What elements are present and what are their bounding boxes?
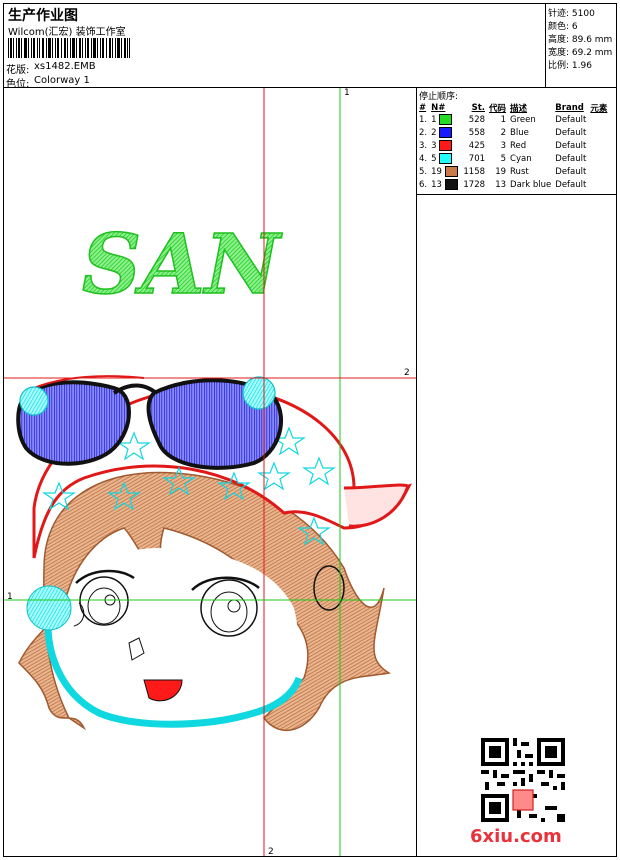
- design-scale: 比例: 1.96: [548, 61, 592, 71]
- color-element: [588, 127, 609, 140]
- color-code: 3: [500, 141, 507, 151]
- needle-number-value: 19: [431, 167, 442, 177]
- color-element: [588, 140, 609, 153]
- color-row: 1. 1 528 1 Green Default: [417, 114, 609, 127]
- color-swatch: [444, 179, 458, 190]
- color-row: 4. 5 701 5 Cyan Default: [417, 153, 609, 166]
- col-element: 元素: [590, 103, 608, 114]
- color-description: Green: [510, 115, 536, 125]
- qr-code: [481, 738, 565, 822]
- needle-number: 13: [429, 179, 461, 192]
- stitch-count: 1728: [463, 180, 486, 190]
- needle-number: 1: [429, 114, 461, 127]
- page-title: 生产作业图: [8, 8, 78, 24]
- color-swatch: [439, 140, 453, 151]
- stitch-count: 558: [468, 128, 486, 138]
- color-element: [588, 153, 609, 166]
- guide-label-top: 1: [344, 88, 350, 98]
- color-code: 1: [500, 115, 507, 125]
- needle-number-value: 3: [431, 141, 437, 151]
- col-code: 代码: [489, 103, 507, 114]
- col-brand: Brand: [555, 102, 584, 113]
- stitch-count: 针迹: 5100: [548, 9, 595, 19]
- needle-number: 2: [429, 127, 461, 140]
- stitch-count: 425: [468, 141, 486, 151]
- design-width: 宽度: 69.2 mm: [548, 48, 613, 58]
- color-code: 5: [500, 154, 507, 164]
- barcode: [8, 38, 130, 58]
- colorway-value: Colorway 1: [34, 75, 90, 86]
- color-swatch: [439, 153, 453, 164]
- color-brand: Default: [555, 128, 587, 138]
- col-needle: N#: [431, 102, 446, 113]
- color-swatch: [439, 127, 453, 138]
- color-element: [588, 179, 609, 192]
- col-description: 描述: [510, 103, 528, 114]
- embroidered-text-san: SAN: [82, 217, 283, 313]
- row-index: 2.: [419, 128, 428, 138]
- needle-number-value: 13: [431, 180, 442, 190]
- embroidery-artwork: SAN: [4, 88, 416, 856]
- guide-label-right: 2: [404, 368, 410, 378]
- color-description: Rust: [510, 167, 529, 177]
- color-swatch: [439, 114, 453, 125]
- col-stitches: St.: [471, 102, 486, 113]
- color-code: 2: [500, 128, 507, 138]
- needle-number: 19: [429, 166, 461, 179]
- design-value: xs1482.EMB: [34, 61, 96, 72]
- row-index: 5.: [419, 167, 428, 177]
- table-header-row: # N# St. 代码 描述 Brand 元素: [417, 101, 609, 114]
- table-bottom-divider: [416, 194, 616, 195]
- needle-number-value: 2: [431, 128, 437, 138]
- panel-divider: [416, 87, 417, 857]
- color-code: 13: [495, 180, 507, 190]
- color-description: Blue: [510, 128, 529, 138]
- color-brand: Default: [555, 180, 587, 190]
- color-brand: Default: [555, 115, 587, 125]
- color-brand: Default: [555, 141, 587, 151]
- color-count: 颜色: 6: [548, 22, 578, 32]
- row-index: 3.: [419, 141, 428, 151]
- col-index: #: [419, 102, 427, 113]
- color-element: [588, 166, 609, 179]
- color-brand: Default: [555, 154, 587, 164]
- guide-label-bottom: 2: [268, 847, 274, 857]
- guide-label-left: 1: [7, 592, 13, 602]
- stitch-count: 701: [468, 154, 486, 164]
- hat-red-brim: [343, 483, 410, 528]
- stitch-count: 528: [468, 115, 486, 125]
- color-description: Dark blue: [510, 180, 552, 190]
- color-row: 6. 13 1728 13 Dark blue Default: [417, 179, 609, 192]
- row-index: 4.: [419, 154, 428, 164]
- color-element: [588, 114, 609, 127]
- color-description: Red: [510, 141, 527, 151]
- studio-name: Wilcom(汇宏) 装饰工作室: [8, 27, 126, 38]
- row-index: 6.: [419, 180, 428, 190]
- color-row: 2. 2 558 2 Blue Default: [417, 127, 609, 140]
- needle-number-value: 5: [431, 154, 437, 164]
- ear-cyan: [26, 585, 72, 631]
- color-swatch: [444, 166, 458, 177]
- watermark-6xiu: 6xiu.com: [470, 826, 562, 847]
- design-label: 花版:: [6, 65, 30, 76]
- design-height: 高度: 89.6 mm: [548, 35, 613, 45]
- color-row: 3. 3 425 3 Red Default: [417, 140, 609, 153]
- color-sequence-table: # N# St. 代码 描述 Brand 元素 1. 1 528 1 Green Def…: [417, 101, 609, 192]
- stitch-count: 1158: [463, 167, 486, 177]
- row-index: 1.: [419, 115, 428, 125]
- face-outline: [61, 548, 298, 723]
- needle-number: 3: [429, 140, 461, 153]
- color-description: Cyan: [510, 154, 532, 164]
- needle-number-value: 1: [431, 115, 437, 125]
- color-code: 19: [495, 167, 507, 177]
- stats-divider: [545, 4, 546, 87]
- needle-number: 5: [429, 153, 461, 166]
- color-row: 5. 19 1158 19 Rust Default: [417, 166, 609, 179]
- color-brand: Default: [555, 167, 587, 177]
